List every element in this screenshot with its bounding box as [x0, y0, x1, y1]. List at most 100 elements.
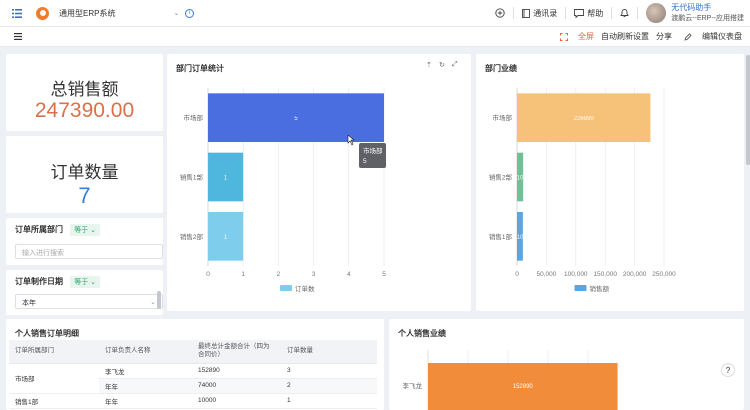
x-tick-label: 1	[241, 271, 245, 278]
list-menu-icon[interactable]	[12, 8, 22, 18]
x-tick-label: 0	[206, 271, 210, 278]
hamburger-icon[interactable]	[14, 33, 22, 40]
auto-refresh-button[interactable]: 自动刷新设置	[601, 31, 649, 42]
address-book-button[interactable]: 通讯录	[522, 8, 557, 19]
fullscreen-label: 全屏	[578, 32, 594, 41]
col-count[interactable]: 订单数量	[281, 340, 377, 364]
share-button[interactable]: 分享	[656, 31, 672, 42]
col-owner[interactable]: 订单负责人名称	[99, 340, 192, 364]
x-tick-label: 100,000	[564, 271, 588, 278]
data-label: 10000	[517, 235, 534, 241]
x-tick-label: 3	[312, 271, 316, 278]
main-scrollbar[interactable]	[746, 55, 750, 165]
refresh-icon[interactable]: ↻	[439, 61, 445, 69]
bell-icon[interactable]	[620, 8, 630, 18]
dept-orders-chart-title: 部门订单统计	[176, 64, 224, 73]
filter-scrollbar[interactable]	[157, 291, 161, 309]
date-filter-label: 订单制作日期 等于 ⌄	[15, 276, 101, 288]
legend-label: 销售额	[590, 284, 610, 293]
edit-dashboard-button[interactable]: 编辑仪表盘	[684, 31, 742, 42]
chevron-down-icon[interactable]: ⌄	[173, 9, 179, 17]
date-filter-title: 订单制作日期	[15, 277, 63, 286]
data-label: 10500	[517, 176, 534, 182]
dept-orders-chart: 0 1 2 3 4 5市场部 5销售1部 1销售2部 1订单数市场部5	[180, 88, 386, 293]
y-tick-label: 李飞龙	[403, 381, 423, 390]
user-info[interactable]: 无代码助手 渡鹏云--ERP--应用搭建	[671, 2, 744, 24]
info-icon[interactable]: i	[185, 8, 195, 18]
help-label: 帮助	[587, 8, 604, 18]
table-cell: 1	[281, 393, 377, 409]
y-tick-label: 销售2部	[489, 173, 513, 182]
y-tick-label: 市场部	[184, 113, 204, 122]
orders-kpi-card: 订单数量 7	[6, 136, 163, 213]
address-book-icon	[522, 8, 531, 18]
chat-help-icon	[574, 8, 585, 18]
table-row[interactable]: 市场部 李飞龙 152890 3	[9, 363, 377, 394]
orders-kpi-value: 7	[78, 183, 91, 208]
address-book-label: 通讯录	[533, 8, 558, 18]
x-tick-label: 250,000	[652, 271, 676, 278]
table-cell: 2	[281, 378, 377, 394]
x-tick-label: 2	[277, 271, 281, 278]
dept-search-input[interactable]: 输入进行搜索	[15, 244, 163, 259]
avatar[interactable]	[646, 3, 667, 23]
table-header-row: 订单所属部门 订单负责人名称 最终总计金额合计（四为合同价） 订单数量	[9, 340, 377, 364]
legend-label: 订单数	[295, 284, 315, 293]
dept-filter-label: 订单所属部门 等于 ⌄	[15, 224, 101, 236]
divider	[611, 7, 613, 19]
help-button[interactable]: 帮助	[574, 8, 603, 19]
top-bar: 通用型ERP系统 ⌄ i 通讯录 帮助 无代码助手 渡鹏云--ERP--应用搭建	[0, 0, 750, 27]
sales-kpi-value: 247390.00	[34, 99, 135, 122]
divider	[513, 7, 515, 19]
help-float-button[interactable]: ?	[721, 363, 735, 377]
add-circle-icon[interactable]	[495, 8, 505, 18]
dashboard-toolbar: 全屏 自动刷新设置 分享 编辑仪表盘	[0, 27, 750, 47]
table-cell: 3	[281, 363, 377, 379]
table-cell: 年年	[99, 378, 192, 394]
user-name: 无代码助手	[671, 3, 712, 12]
col-dept[interactable]: 订单所属部门	[9, 340, 99, 364]
y-tick-label: 销售1部	[489, 232, 513, 241]
dept-filter-title: 订单所属部门	[15, 225, 63, 234]
x-tick-label: 5	[382, 271, 386, 278]
x-tick-label: 50,000	[536, 271, 556, 278]
date-filter-operator[interactable]: 等于 ⌄	[70, 276, 101, 288]
sales-detail-table: 订单所属部门 订单负责人名称 最终总计金额合计（四为合同价） 订单数量 市场部 …	[9, 340, 377, 409]
table-cell: 10000	[192, 393, 281, 409]
expand-icon[interactable]: ⤢	[452, 61, 458, 69]
date-select[interactable]: 本年 ⌄	[15, 294, 163, 309]
chevron-down-icon: ⌄	[150, 299, 156, 306]
y-tick-label: 销售2部	[180, 232, 204, 241]
date-select-value: 本年	[22, 300, 36, 307]
x-tick-label: 0	[515, 271, 519, 278]
system-name[interactable]: 通用型ERP系统	[59, 8, 115, 19]
y-tick-label: 市场部	[493, 113, 513, 122]
app-logo	[36, 6, 49, 20]
upload-icon[interactable]: ⇡	[426, 61, 432, 69]
table-cell: 李飞龙	[99, 363, 192, 379]
table-cell: 年年	[99, 393, 192, 409]
x-tick-label: 150,000	[593, 271, 617, 278]
fullscreen-icon	[560, 32, 568, 41]
x-tick-label: 4	[347, 271, 351, 278]
table-row[interactable]: 销售1部 年年 10000 1	[9, 393, 377, 409]
edit-dashboard-label: 编辑仪表盘	[702, 32, 742, 41]
fullscreen-button[interactable]: 全屏	[560, 31, 594, 42]
dept-filter-operator[interactable]: 等于 ⌄	[70, 224, 101, 236]
dept-perf-chart: 0 50,000 100,000 150,000 200,000 250,000 市场部 22…	[489, 88, 676, 293]
dept-perf-chart-title: 部门业绩	[485, 64, 517, 73]
divider	[565, 7, 567, 19]
table-cell: 152890	[192, 363, 281, 379]
col-amount[interactable]: 最终总计金额合计（四为合同价）	[192, 340, 281, 364]
table-cell: 74000	[192, 378, 281, 394]
sales-kpi-card: 总销售额 247390.00	[6, 54, 163, 131]
table-cell-dept: 市场部	[9, 363, 99, 394]
date-filter-card: 订单制作日期 等于 ⌄ 本年 ⌄	[6, 270, 163, 315]
data-label: 226890	[574, 116, 595, 122]
legend-swatch	[574, 285, 587, 291]
data-label: 152890	[513, 384, 534, 390]
date-filter-op-text: 等于	[74, 279, 89, 286]
tooltip-value: 5	[363, 158, 367, 165]
edit-icon	[684, 32, 692, 41]
sales-detail-title: 个人销售订单明细	[15, 329, 79, 338]
